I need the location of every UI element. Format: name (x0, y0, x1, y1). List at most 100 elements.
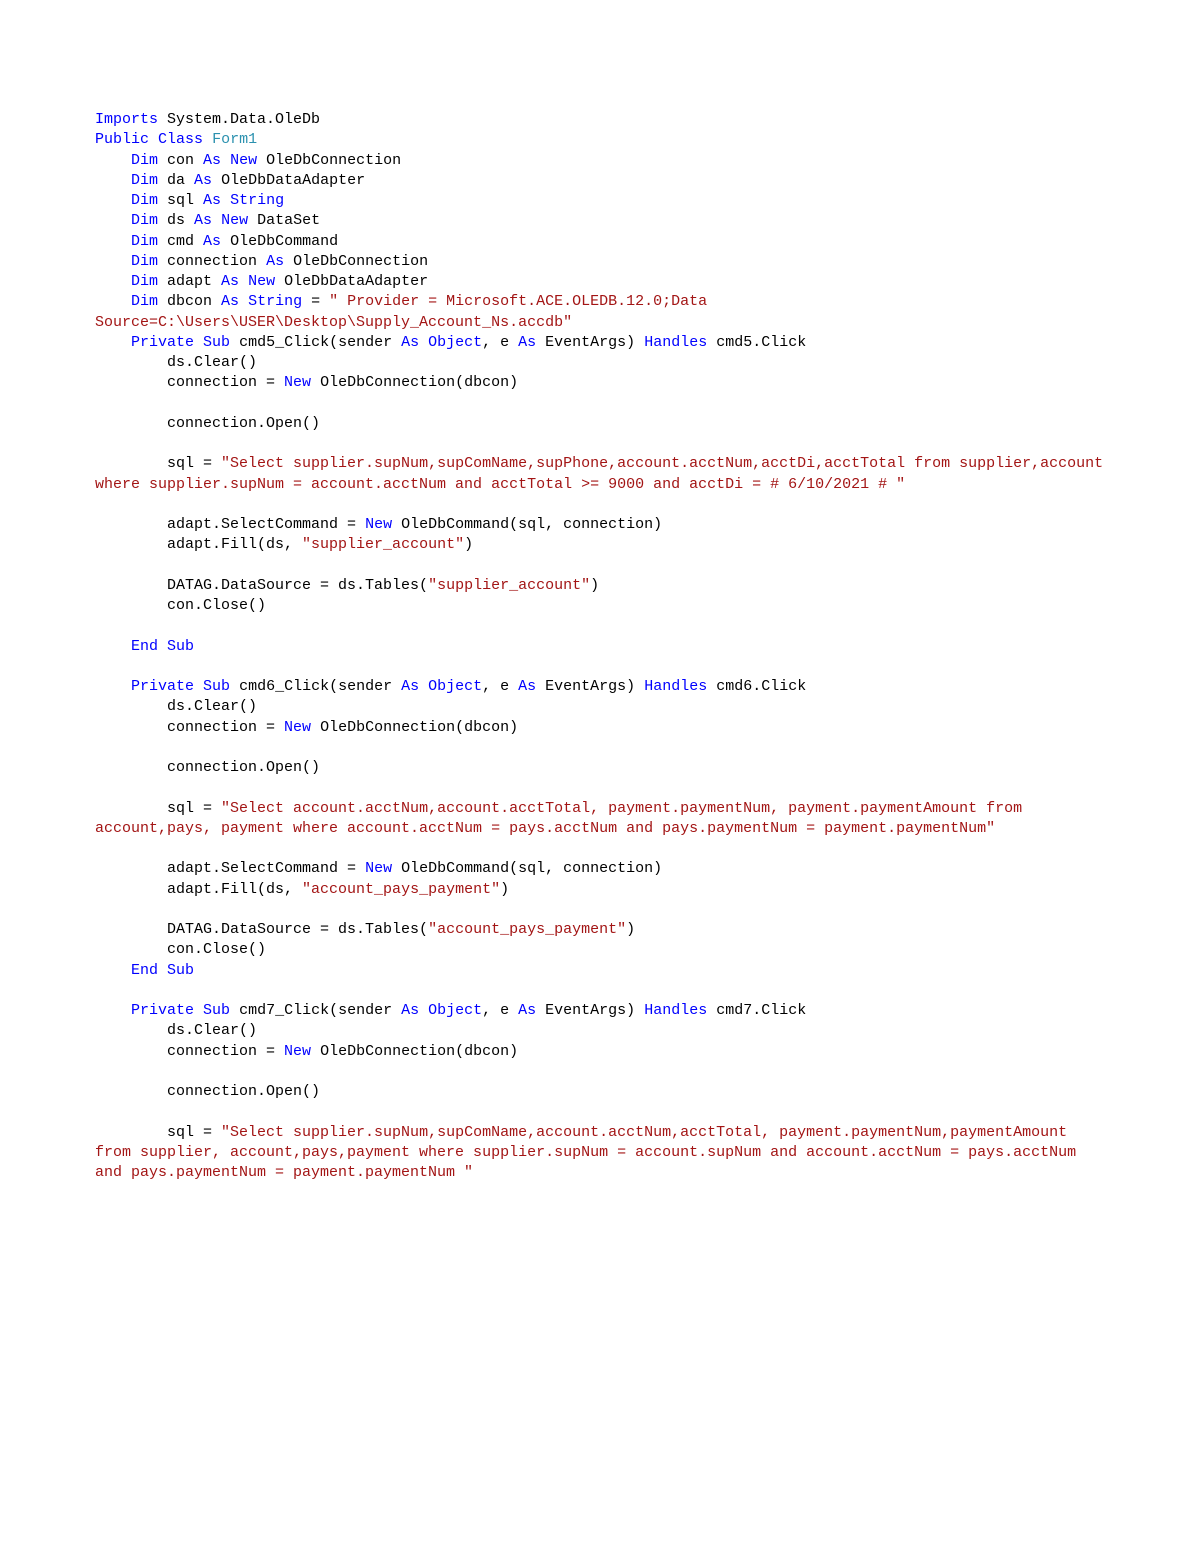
code-token: Sub (203, 1002, 230, 1019)
code-token: Imports (95, 111, 158, 128)
code-token: DATAG.DataSource = ds.Tables( (95, 921, 428, 938)
code-token: connection = (95, 1043, 284, 1060)
code-token: Sub (203, 334, 230, 351)
code-token: adapt.SelectCommand = (95, 516, 365, 533)
code-token: As (203, 192, 221, 209)
code-token: da (158, 172, 194, 189)
code-token (158, 638, 167, 655)
code-token (95, 1002, 131, 1019)
code-token (212, 212, 221, 229)
code-token: ds.Clear() (95, 698, 257, 715)
code-token: sql (158, 192, 203, 209)
code-listing: Imports System.Data.OleDb Public Class F… (95, 110, 1105, 1183)
code-token: "Select supplier.supNum,supComName,accou… (95, 1124, 1085, 1182)
code-token (149, 131, 158, 148)
code-token: New (365, 860, 392, 877)
code-token: ) (464, 536, 473, 553)
code-token: Handles (644, 1002, 707, 1019)
code-token: Handles (644, 678, 707, 695)
code-token (221, 192, 230, 209)
code-token: OleDbConnection(dbcon) (311, 719, 518, 736)
code-token: connection = (95, 374, 284, 391)
code-token (95, 962, 131, 979)
code-token: con.Close() (95, 941, 266, 958)
code-token: As (221, 273, 239, 290)
code-token: String (248, 293, 302, 310)
code-token: OleDbCommand(sql, connection) (392, 516, 662, 533)
code-token: End (131, 638, 158, 655)
code-token: OleDbConnection (284, 253, 428, 270)
code-token: As (518, 334, 536, 351)
code-token: connection = (95, 719, 284, 736)
code-token: Private (131, 334, 194, 351)
code-token: connection.Open() (95, 415, 320, 432)
code-token: cmd6_Click(sender (230, 678, 401, 695)
code-token: Private (131, 678, 194, 695)
code-token: = (302, 293, 329, 310)
code-token (95, 334, 131, 351)
code-token: OleDbConnection (257, 152, 401, 169)
code-token (194, 678, 203, 695)
code-token: cmd (158, 233, 203, 250)
code-token: As (401, 678, 419, 695)
code-token: As (203, 152, 221, 169)
code-token: Dim (131, 233, 158, 250)
code-token: connection (158, 253, 266, 270)
code-token: DATAG.DataSource = ds.Tables( (95, 577, 428, 594)
code-token (221, 152, 230, 169)
code-token (95, 293, 131, 310)
code-token: "supplier_account" (302, 536, 464, 553)
code-token: Sub (167, 962, 194, 979)
code-token: New (221, 212, 248, 229)
code-token: Public (95, 131, 149, 148)
code-token (95, 172, 131, 189)
code-token (419, 1002, 428, 1019)
code-token: As (518, 1002, 536, 1019)
code-token (194, 334, 203, 351)
code-token: "Select supplier.supNum,supComName,supPh… (95, 455, 1112, 492)
code-token (95, 212, 131, 229)
code-token: New (365, 516, 392, 533)
code-token: cmd7.Click (707, 1002, 806, 1019)
code-token: ds.Clear() (95, 354, 257, 371)
code-token: As (203, 233, 221, 250)
code-token: "Select account.acctNum,account.acctTota… (95, 800, 1031, 837)
code-token: Sub (167, 638, 194, 655)
code-token: Dim (131, 293, 158, 310)
code-token: adapt.SelectCommand = (95, 860, 365, 877)
code-token: System.Data.OleDb (158, 111, 320, 128)
code-token: Sub (203, 678, 230, 695)
code-token: New (284, 374, 311, 391)
code-token (158, 962, 167, 979)
code-token (95, 253, 131, 270)
code-token: New (248, 273, 275, 290)
code-token: adapt.Fill(ds, (95, 536, 302, 553)
code-token: sql = (95, 455, 221, 472)
code-token (95, 152, 131, 169)
code-token: Dim (131, 212, 158, 229)
code-token: "supplier_account" (428, 577, 590, 594)
code-token: New (284, 719, 311, 736)
code-token: sql = (95, 1124, 221, 1141)
code-token: ) (590, 577, 599, 594)
code-token: As (518, 678, 536, 695)
code-token: EventArgs) (536, 678, 644, 695)
code-token: connection.Open() (95, 1083, 320, 1100)
code-token: Dim (131, 273, 158, 290)
code-token: connection.Open() (95, 759, 320, 776)
code-token (203, 131, 212, 148)
code-token: As (401, 1002, 419, 1019)
code-token: OleDbConnection(dbcon) (311, 1043, 518, 1060)
code-token: String (230, 192, 284, 209)
code-token: End (131, 962, 158, 979)
code-token (95, 273, 131, 290)
code-token: "account_pays_payment" (428, 921, 626, 938)
code-token: cmd6.Click (707, 678, 806, 695)
code-token: New (230, 152, 257, 169)
code-token: ) (500, 881, 509, 898)
code-token: Object (428, 1002, 482, 1019)
code-token (194, 1002, 203, 1019)
code-token: EventArgs) (536, 1002, 644, 1019)
code-token (95, 678, 131, 695)
code-token: cmd5_Click(sender (230, 334, 401, 351)
